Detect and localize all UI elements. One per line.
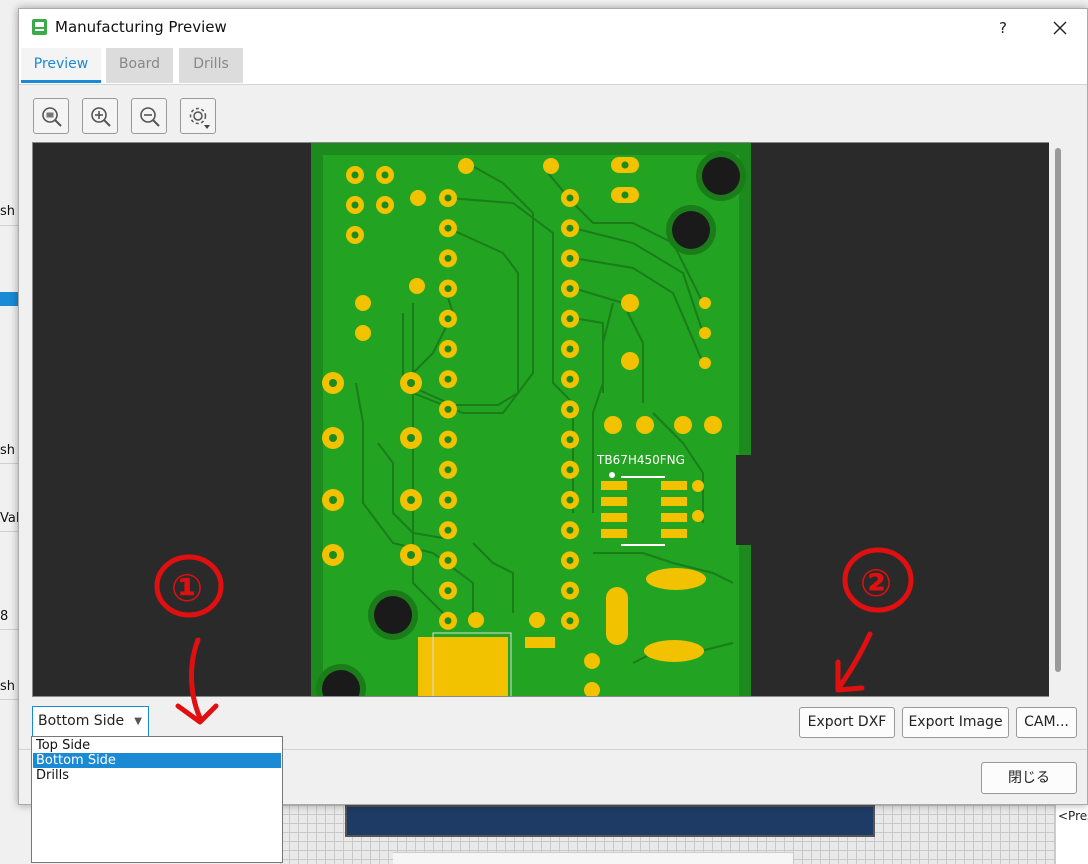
close-dialog-button[interactable]: 閉じる	[981, 762, 1077, 794]
ic-pad-hole	[566, 254, 574, 262]
help-button[interactable]: ?	[989, 15, 1017, 41]
tab-drills[interactable]: Drills	[179, 48, 243, 83]
ic-pad-hole	[444, 285, 452, 293]
app-icon	[32, 19, 47, 35]
bg-strip-label: sh	[0, 200, 18, 226]
tab-bar: Preview Board Drills	[19, 47, 1087, 85]
ic-pad-hole	[566, 587, 574, 595]
ic-pad-hole	[444, 405, 452, 413]
chevron-down-icon: ▼	[134, 716, 142, 727]
ic-pad-hole	[444, 617, 452, 625]
zoom-out-button[interactable]	[131, 98, 167, 134]
ic-pad-hole	[444, 496, 452, 504]
ic-pad-hole	[444, 526, 452, 534]
bg-toolbar	[393, 852, 793, 864]
bg-strip-label: sh	[0, 676, 18, 700]
tab-preview[interactable]: Preview	[21, 48, 101, 83]
ic-pad-hole	[566, 617, 574, 625]
cam-button[interactable]: CAM...	[1016, 707, 1077, 738]
side-select-options: Top Side Bottom Side Drills	[31, 736, 283, 863]
bg-strip-label: 8	[0, 606, 18, 630]
option-top-side[interactable]: Top Side	[33, 738, 281, 753]
zoom-fit-button[interactable]	[33, 98, 69, 134]
pcb-preview-canvas[interactable]: TB67H450FNG	[32, 142, 1057, 697]
zoom-fit-icon	[42, 107, 62, 127]
ic-pad-hole	[566, 285, 574, 293]
pcb-preview: TB67H450FNG	[311, 143, 756, 696]
ic-pad-hole	[566, 375, 574, 383]
manufacturing-preview-dialog: Manufacturing Preview ? Preview Board Dr…	[18, 8, 1088, 805]
component-label: TB67H450FNG	[596, 453, 685, 467]
export-image-button[interactable]: Export Image	[902, 707, 1009, 738]
ic-pad-hole	[444, 315, 452, 323]
ic-pad-hole	[566, 526, 574, 534]
vertical-scrollbar[interactable]	[1049, 142, 1069, 697]
settings-icon	[189, 107, 210, 129]
zoom-in-icon	[91, 107, 111, 127]
title-bar: Manufacturing Preview ?	[19, 9, 1087, 47]
ic-pad-hole	[444, 254, 452, 262]
tab-board[interactable]: Board	[106, 48, 173, 83]
close-window-button[interactable]	[1043, 15, 1077, 41]
ic-pad-hole	[566, 194, 574, 202]
zoom-out-icon	[140, 107, 160, 127]
ic-pad-hole	[444, 587, 452, 595]
pcb-board-notch	[736, 455, 756, 545]
close-icon	[1053, 21, 1067, 34]
ic-pad-hole	[566, 345, 574, 353]
ic-pad-hole	[444, 194, 452, 202]
bg-pcb-board	[345, 805, 875, 837]
pin1-marker	[609, 472, 615, 478]
zoom-in-button[interactable]	[82, 98, 118, 134]
ic-pad-hole	[444, 345, 452, 353]
ic-pad-column-right	[561, 189, 579, 630]
ic-pad-hole	[566, 315, 574, 323]
option-drills[interactable]: Drills	[33, 768, 281, 783]
ic-pad-hole	[566, 405, 574, 413]
settings-button[interactable]	[180, 98, 216, 134]
ic-pad-hole	[444, 224, 452, 232]
ic-pad-hole	[444, 466, 452, 474]
dialog-title: Manufacturing Preview	[55, 18, 227, 36]
bg-selection-highlight	[0, 292, 18, 306]
ic-pad-hole	[566, 436, 574, 444]
ic-pad-hole	[444, 375, 452, 383]
export-dxf-button[interactable]: Export DXF	[799, 707, 895, 738]
bg-right-panel: <Pres	[1055, 805, 1088, 864]
ic-pad-hole	[566, 224, 574, 232]
bg-right-panel-text: <Pres	[1058, 809, 1088, 823]
ic-pad-column-left	[439, 189, 457, 630]
bg-strip-label: Val	[0, 508, 18, 532]
ic-pad-hole	[566, 556, 574, 564]
side-select-value: Bottom Side	[38, 713, 125, 729]
ic-pad-hole	[566, 496, 574, 504]
side-select-dropdown[interactable]: Bottom Side ▼	[32, 706, 149, 737]
option-bottom-side[interactable]: Bottom Side	[33, 753, 281, 768]
scrollbar-thumb[interactable]	[1055, 148, 1061, 672]
ic-pad-hole	[444, 436, 452, 444]
bg-strip-label: sh	[0, 440, 18, 464]
ic-pad-hole	[566, 466, 574, 474]
ic-pad-hole	[444, 556, 452, 564]
